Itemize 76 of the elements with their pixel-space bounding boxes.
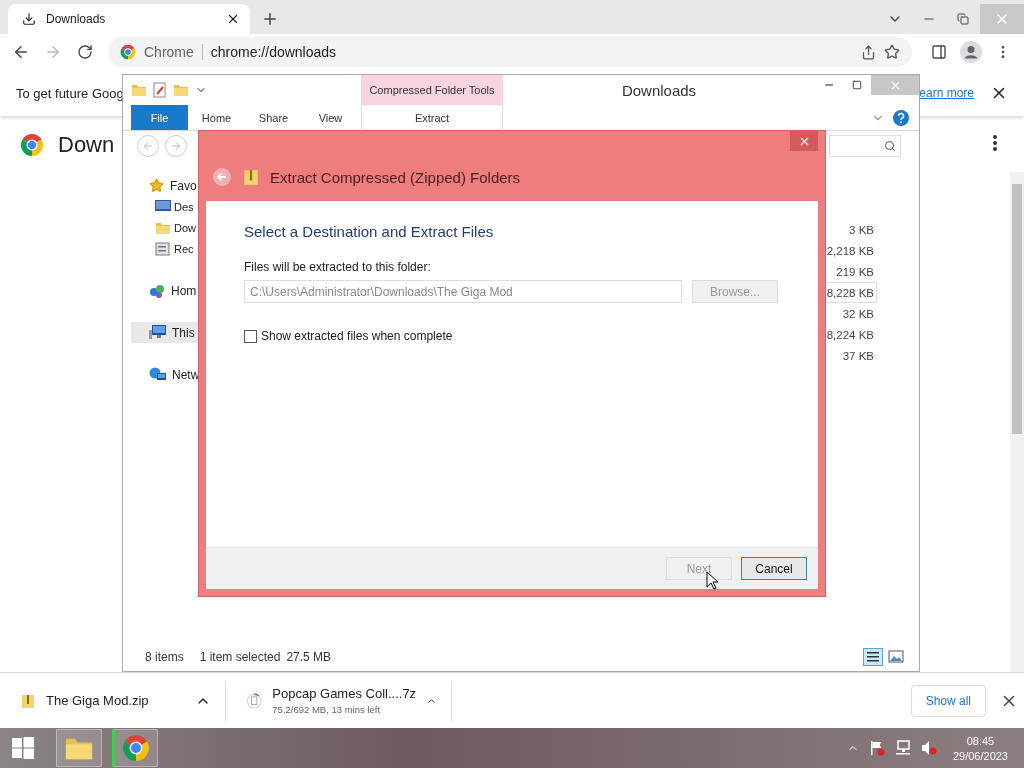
show-all-button[interactable]: Show all — [910, 684, 986, 717]
dialog-title: Extract Compressed (Zipped) Folders — [270, 168, 521, 186]
page-heading: Down — [58, 132, 115, 158]
menu-icon — [993, 135, 997, 151]
nav-item[interactable]: Des — [131, 196, 223, 217]
address-bar[interactable]: Chrome chrome://downloads — [108, 37, 912, 67]
nav-item[interactable]: Netw — [131, 364, 223, 385]
computer-icon — [149, 325, 166, 340]
back-arrow-icon — [142, 140, 154, 152]
checkbox-label[interactable]: Show extracted files when complete — [261, 329, 453, 343]
homegroup-icon — [149, 282, 165, 299]
star-icon — [149, 178, 164, 193]
muted-speaker-icon[interactable] — [920, 740, 937, 756]
ribbon-tab[interactable]: View — [302, 105, 359, 130]
close-button[interactable] — [790, 131, 818, 151]
destination-label: Files will be extracted to this folder: — [244, 260, 432, 274]
nav-item[interactable]: Hom — [131, 280, 223, 301]
maximize-icon — [852, 80, 862, 90]
close-tab-icon[interactable] — [226, 12, 240, 26]
checkbox[interactable] — [244, 329, 257, 343]
window-title: Downloads — [620, 80, 698, 101]
search-field[interactable] — [829, 135, 901, 157]
selection-size: 27.5 MB — [286, 650, 332, 664]
reload-icon — [77, 44, 93, 60]
chrome-taskbar-button[interactable] — [112, 729, 158, 767]
chrome-icon — [120, 44, 136, 60]
bookmark-star-icon[interactable] — [884, 44, 900, 60]
flag-icon[interactable] — [868, 740, 885, 756]
download-name: Popcap Games Coll....7z — [272, 686, 417, 701]
search-icon — [884, 140, 896, 152]
destination-path-field[interactable]: C:\Users\Administrator\Downloads\The Giga Mod — [244, 280, 682, 303]
scrollbar[interactable] — [1010, 172, 1024, 672]
file-explorer-taskbar-button[interactable] — [56, 729, 102, 767]
zip-folder-icon — [20, 692, 36, 709]
nav-item[interactable]: Rec — [131, 238, 223, 259]
ribbon-tab[interactable]: Home — [188, 105, 245, 130]
dialog-heading: Select a Destination and Extract Files — [244, 223, 495, 240]
download-status: 75.2/692 MB, 13 mins left — [272, 704, 382, 715]
chrome-icon — [20, 133, 44, 157]
plus-icon — [261, 10, 279, 28]
nav-item[interactable]: Favo — [131, 175, 223, 196]
desktop-icon — [155, 200, 171, 213]
share-icon[interactable] — [861, 44, 876, 60]
forward-arrow-icon — [170, 140, 182, 152]
scrollbar-thumb[interactable] — [1012, 184, 1022, 434]
clock[interactable]: 08:45 29/06/2023 — [952, 734, 1008, 762]
windows-logo-icon — [12, 737, 34, 759]
dialog-button[interactable]: Cancel — [741, 557, 807, 580]
large-icons-view-icon[interactable] — [887, 648, 905, 666]
properties-icon[interactable] — [153, 82, 167, 98]
mouse-cursor-icon — [706, 571, 719, 591]
details-view-icon[interactable] — [863, 648, 883, 666]
download-name: The Giga Mod.zip — [46, 693, 150, 708]
nav-item[interactable]: Dow — [131, 217, 223, 238]
forward-arrow-icon — [44, 43, 62, 61]
ribbon-tab[interactable]: Share — [245, 105, 302, 130]
download-icon — [22, 12, 36, 26]
recent-places-icon — [155, 240, 171, 257]
help-icon[interactable] — [893, 109, 909, 126]
download-item[interactable]: The Giga Mod.zip — [0, 680, 226, 721]
new-folder-icon — [173, 82, 189, 98]
network-icon — [149, 366, 166, 383]
network-icon[interactable] — [894, 740, 911, 756]
restore-icon — [957, 13, 969, 25]
zip-folder-icon — [242, 168, 260, 186]
downloads-folder-icon — [131, 82, 147, 98]
selection-status: 1 item selected — [199, 650, 281, 664]
ribbon-tab[interactable]: File — [131, 105, 188, 130]
context-tab-header: Compressed Folder Tools — [361, 75, 503, 105]
side-panel-icon — [931, 44, 947, 60]
browser-tab[interactable]: Downloads — [8, 4, 250, 34]
avatar-icon — [960, 41, 982, 63]
download-item[interactable]: Popcap Games Coll....7z 75.2/692 MB, 13 mins left — [226, 680, 452, 721]
item-count: 8 items — [145, 650, 184, 664]
learn-more-link[interactable]: earn more — [919, 86, 974, 100]
chrome-icon — [122, 734, 150, 762]
